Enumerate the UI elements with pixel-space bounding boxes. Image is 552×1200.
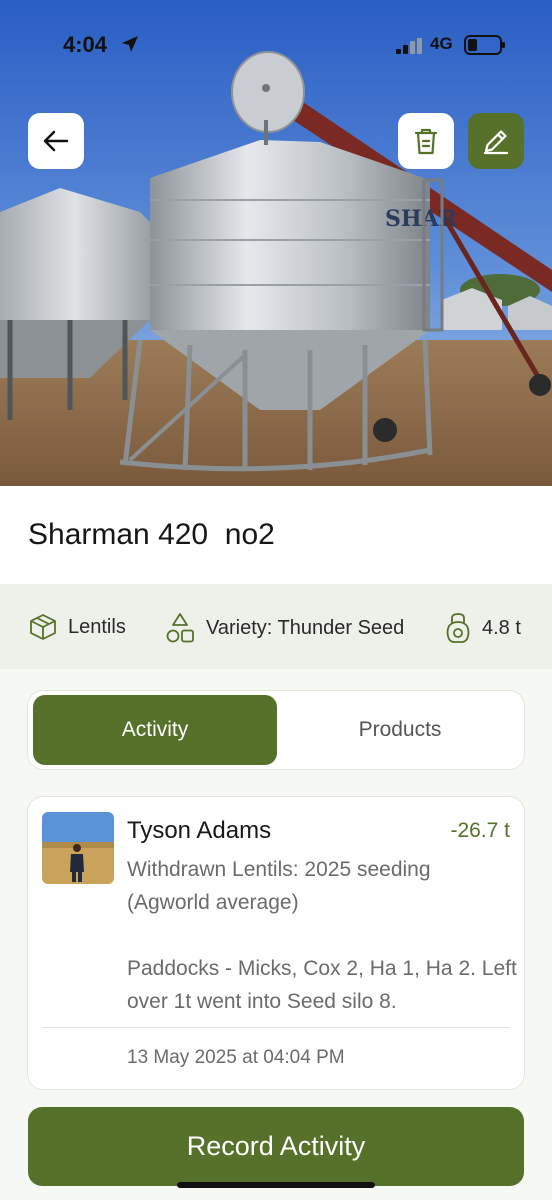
status-time: 4:04: [63, 32, 108, 57]
pencil-icon: [483, 130, 509, 155]
weight-attribute: 4.8 t: [444, 612, 521, 644]
tab-products[interactable]: Products: [278, 695, 522, 765]
arrow-left-icon: [43, 130, 69, 152]
tab-activity[interactable]: Activity: [33, 695, 277, 765]
activity-user-name: Tyson Adams: [127, 817, 272, 844]
card-divider: [42, 1027, 510, 1028]
page-title: Sharman 420 no2: [28, 518, 275, 551]
home-indicator: [177, 1182, 375, 1188]
location-arrow-icon: [122, 36, 138, 52]
record-activity-button[interactable]: Record Activity: [28, 1107, 524, 1186]
variety-attribute: Variety: Thunder Seed: [164, 612, 404, 644]
box-icon: [30, 614, 56, 640]
activity-timestamp: 13 May 2025 at 04:04 PM: [127, 1047, 345, 1068]
photo-brand-text: SHAR: [385, 206, 458, 232]
back-button[interactable]: [28, 113, 84, 169]
delete-button[interactable]: [398, 113, 454, 169]
status-bar: 4:04 4G: [0, 0, 552, 90]
kettlebell-icon: [446, 613, 470, 643]
crop-label: Lentils: [68, 615, 126, 638]
tab-bar: Activity Products: [27, 690, 525, 770]
avatar: [42, 812, 114, 884]
activity-card[interactable]: Tyson Adams -26.7 t Withdrawn Lentils: 2…: [27, 796, 525, 1090]
weight-label: 4.8 t: [482, 616, 521, 639]
trash-icon: [414, 128, 438, 155]
activity-description: Withdrawn Lentils: 2025 seeding (Agworld…: [127, 858, 517, 1013]
edit-button[interactable]: [468, 113, 524, 169]
crop-attribute: Lentils: [28, 612, 126, 642]
network-type: 4G: [430, 34, 453, 53]
activity-amount: -26.7 t: [450, 819, 510, 842]
battery-icon: [464, 35, 505, 55]
shapes-icon: [166, 613, 194, 643]
signal-strength-icon: [396, 38, 422, 54]
variety-label: Variety: Thunder Seed: [206, 616, 405, 639]
